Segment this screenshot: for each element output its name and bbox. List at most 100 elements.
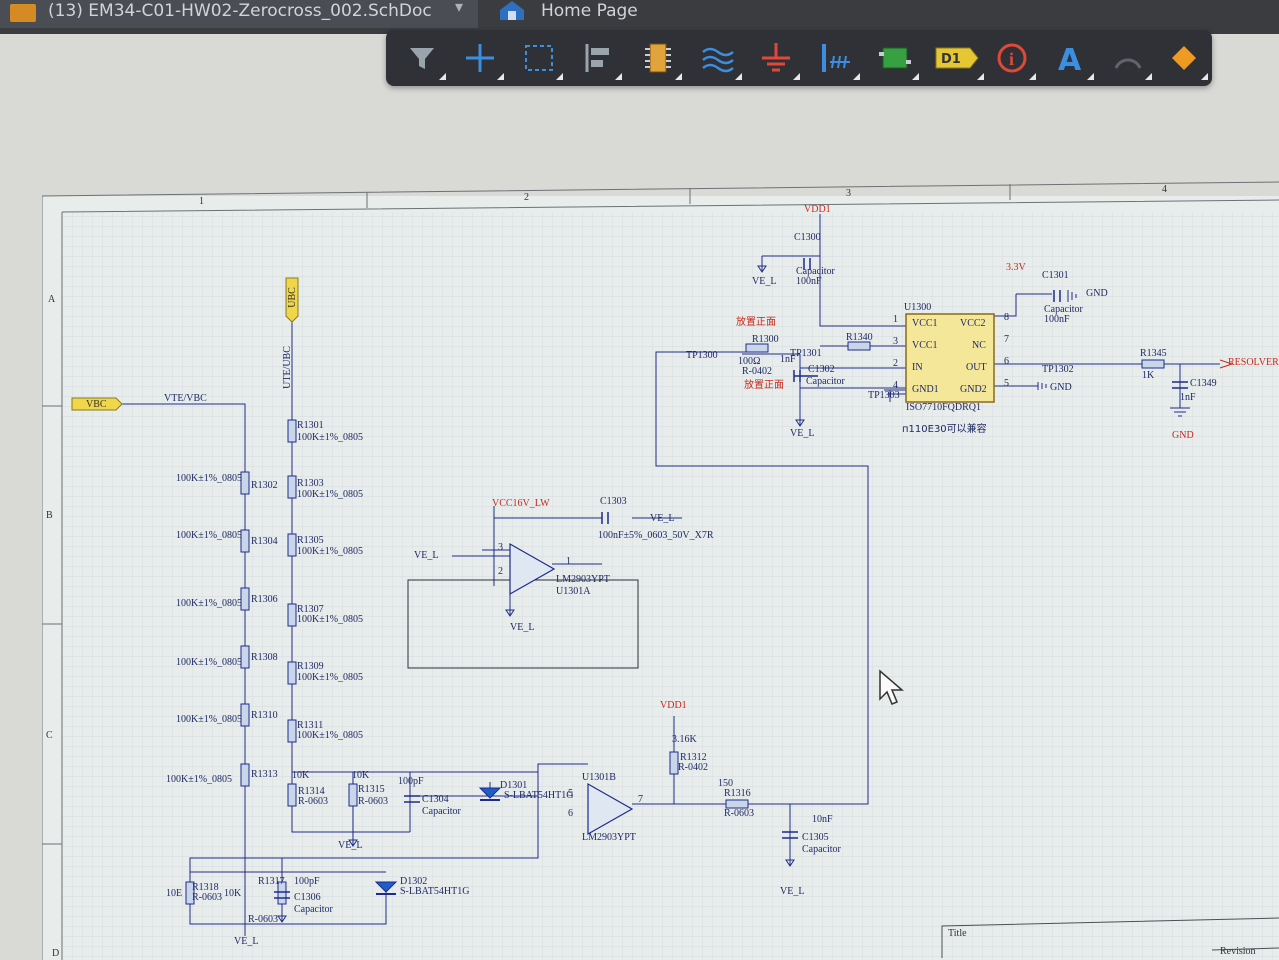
svg-text:D1: D1: [941, 52, 961, 67]
u1300-pin-num-2: 2: [893, 358, 898, 369]
r1345-value: 1K: [1142, 370, 1155, 381]
u1300-pin-num-7: 7: [1004, 334, 1009, 345]
port-ubc[interactable]: UBC: [287, 287, 298, 308]
tab-home-page[interactable]: Home Page: [485, 0, 725, 28]
cross-probe-button[interactable]: [460, 38, 504, 80]
dropdown-triangle-icon: [497, 73, 504, 80]
filter-button[interactable]: [402, 38, 446, 80]
place-power-port-button[interactable]: [756, 38, 800, 80]
svg-text:A: A: [1058, 43, 1082, 78]
r1317-pkg: R-0603: [248, 914, 278, 925]
c1349-value: 1nF: [1180, 392, 1196, 403]
port-vbc[interactable]: VBC: [86, 399, 107, 410]
r1301-ref: R1301: [297, 420, 324, 431]
zone-x-2: 2: [524, 192, 529, 203]
dropdown-triangle-icon: [556, 73, 563, 80]
r1316-pkg: R-0603: [724, 808, 754, 819]
net-ve-l-r1314: VE_L: [338, 840, 363, 851]
net-ve-l-c1300: VE_L: [752, 276, 777, 287]
dropdown-triangle-icon: [793, 73, 800, 80]
u1300-note: п110E30可以兼容: [902, 424, 987, 435]
schematic-sheet[interactable]: 1 2 3 4 A B C D Title Revision VBC UBC V…: [42, 176, 1279, 960]
r1300-ref: R1300: [752, 334, 779, 345]
u1300-part: ISO7710FQDRQ1: [906, 402, 982, 413]
r1302-value: 100K±1%_0805: [176, 473, 243, 484]
tab-schematic-label: (13) EM34-C01-HW02-Zerocross_002.SchDoc: [48, 1, 432, 21]
u1301b-ref: U1301B: [582, 772, 616, 783]
u1301b-part: LM2903YPT: [582, 832, 636, 843]
net-resolver[interactable]: RESOLVER: [1228, 357, 1279, 368]
shape-icon: [1172, 46, 1196, 70]
r1305-ref: R1305: [297, 535, 324, 546]
zone-x-1: 1: [199, 196, 204, 207]
net-gnd-u1300: GND: [1050, 382, 1072, 393]
place-text-button[interactable]: A: [1050, 38, 1094, 80]
c1349-ref: C1349: [1190, 378, 1217, 389]
mouse-cursor-icon: [879, 669, 904, 705]
u1300-pin-num-8: 8: [1004, 312, 1009, 323]
r1313-value: 100K±1%_0805: [166, 774, 233, 785]
tp1300-ref: TP1300: [686, 350, 718, 361]
c1306-type: Capacitor: [294, 904, 333, 915]
r1317-ref: R1317: [258, 876, 285, 887]
dropdown-triangle-icon: [977, 73, 984, 80]
u1300-ref: U1300: [904, 302, 932, 313]
u1300-pin-num-5: 5: [1004, 378, 1009, 389]
home-icon: [500, 1, 524, 20]
r1310-ref: R1310: [251, 710, 278, 721]
u1300-pin-vcc1b: VCC1: [912, 340, 938, 351]
title-block-revision: Revision: [1220, 946, 1256, 957]
r1313-ref: R1313: [251, 769, 278, 780]
align-button[interactable]: [578, 38, 622, 80]
u1300-pin-out: OUT: [966, 362, 987, 373]
filter-icon: [410, 48, 434, 69]
cross-probe-icon: [466, 44, 494, 72]
svg-text:i: i: [1009, 49, 1014, 69]
dropdown-triangle-icon: [735, 73, 742, 80]
c1304-value: 100pF: [398, 776, 424, 787]
zone-x-3: 3: [846, 188, 851, 199]
place-shape-button[interactable]: [1164, 38, 1208, 80]
tab-schematic-document[interactable]: (13) EM34-C01-HW02-Zerocross_002.SchDoc …: [0, 0, 478, 28]
u1301b-pin-7: 7: [638, 794, 643, 805]
place-component-button[interactable]: [638, 38, 682, 80]
u1300-pin-num-3: 3: [893, 336, 898, 347]
select-area-icon: [525, 45, 553, 71]
zone-x-4: 4: [1162, 184, 1167, 195]
dropdown-triangle-icon: [1201, 73, 1208, 80]
net-vdd1-mid: VDD1: [660, 700, 687, 711]
r1315-pkg: R-0603: [358, 796, 388, 807]
net-label-icon: [822, 44, 850, 72]
place-front-note-2: 放置正面: [744, 380, 784, 391]
u1301a-ref: U1301A: [556, 586, 591, 597]
r1302-ref: R1302: [251, 480, 278, 491]
u1300-pin-vcc1a: VCC1: [912, 318, 938, 329]
c1304-ref: C1304: [422, 794, 449, 805]
r1316-ref: R1316: [724, 788, 751, 799]
c1305-type: Capacitor: [802, 844, 841, 855]
r1345-ref: R1345: [1140, 348, 1167, 359]
d1302-part: S-LBAT54HT1G: [400, 886, 470, 897]
dropdown-triangle-icon: [1087, 73, 1094, 80]
c1305-value: 10nF: [812, 814, 833, 825]
r1315-value: 10K: [352, 770, 370, 781]
select-area-button[interactable]: [519, 38, 563, 80]
bus-icon: [702, 47, 734, 73]
c1303-ref: C1303: [600, 496, 627, 507]
tab-dropdown-icon[interactable]: ▾: [455, 0, 463, 18]
harness-icon: [879, 47, 911, 69]
dropdown-triangle-icon: [1145, 73, 1152, 80]
place-arc-button[interactable]: [1108, 38, 1152, 80]
place-net-label-button[interactable]: [816, 38, 860, 80]
r1306-ref: R1306: [251, 594, 278, 605]
r1310-value: 100K±1%_0805: [176, 714, 243, 725]
place-harness-button[interactable]: [875, 38, 919, 80]
component-icon: [645, 43, 671, 73]
u1301a-pin-2: 2: [498, 566, 503, 577]
place-bus-button[interactable]: [698, 38, 742, 80]
r1303-ref: R1303: [297, 478, 324, 489]
place-parameter-button[interactable]: i: [992, 38, 1036, 80]
c1300-value: 100nF: [796, 276, 822, 287]
place-designator-button[interactable]: D1: [934, 38, 984, 80]
r1306-value: 100K±1%_0805: [176, 598, 243, 609]
